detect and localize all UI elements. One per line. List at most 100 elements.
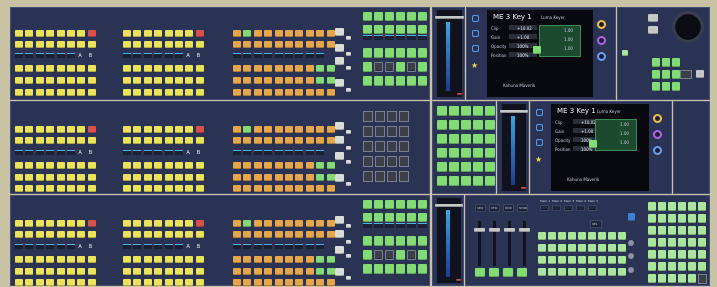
row2-bus2-key[interactable] — [87, 137, 96, 144]
row1-bus5-key[interactable] — [164, 89, 173, 96]
row2-bus3-key[interactable] — [87, 162, 96, 169]
row3-transition-key[interactable] — [374, 200, 383, 209]
row3-memory-key[interactable] — [548, 268, 556, 276]
row1-bus4-key[interactable] — [154, 77, 163, 84]
row3-memory-key[interactable] — [568, 268, 576, 276]
row1-bus2-key[interactable] — [46, 41, 55, 48]
row3-transition-key[interactable] — [407, 200, 416, 209]
row2-bus-mini-button[interactable] — [346, 130, 351, 134]
row3-aux-fader-cap[interactable] — [519, 228, 530, 232]
row3-keypad-key[interactable] — [648, 202, 656, 211]
row3-transition-key[interactable] — [385, 213, 394, 222]
row3-keypad-key[interactable] — [688, 214, 696, 223]
row1-joy-function-key[interactable] — [672, 58, 680, 67]
row1-menu-icon[interactable] — [472, 45, 479, 52]
row3-effect-key[interactable] — [363, 236, 372, 246]
row3-effect-key[interactable] — [418, 236, 427, 246]
row1-bus3-key[interactable] — [133, 65, 142, 72]
row3-bus5-key[interactable] — [67, 279, 75, 286]
row2-bus-mini-button[interactable] — [346, 182, 351, 186]
row3-transition-key[interactable] — [396, 200, 405, 209]
row2-bus2-key[interactable] — [305, 137, 314, 144]
row1-bus1-key[interactable] — [195, 30, 204, 37]
row3-bus5-key[interactable] — [143, 279, 152, 286]
row3-memory-key[interactable] — [618, 244, 626, 252]
row2-keyer-key[interactable] — [485, 106, 495, 116]
row1-bus1-key[interactable] — [46, 30, 55, 37]
row3-keypad-key[interactable] — [678, 238, 686, 247]
row2-bus4-key[interactable] — [274, 174, 283, 181]
row3-keypad-key[interactable] — [668, 214, 676, 223]
row3-bus-mini-button[interactable] — [346, 254, 351, 258]
row3-effect-key[interactable] — [374, 250, 383, 260]
row2-bus3-key[interactable] — [264, 162, 273, 169]
row1-bus3-key[interactable] — [253, 65, 262, 72]
row3-bus4-key[interactable] — [295, 268, 304, 275]
row3-memory-key[interactable] — [598, 232, 606, 240]
row3-bus2-key[interactable] — [67, 231, 75, 238]
row2-bus3-key[interactable] — [233, 162, 241, 169]
row1-bus2-key[interactable] — [326, 41, 335, 48]
row3-effect-key[interactable] — [407, 264, 416, 274]
row2-bus1-key[interactable] — [305, 126, 314, 133]
row3-keypad-key[interactable] — [668, 202, 676, 211]
row2-bus4-key[interactable] — [15, 174, 23, 181]
row1-bus3-key[interactable] — [274, 65, 283, 72]
row3-memory-key[interactable] — [548, 256, 556, 264]
row2-bus5-key[interactable] — [175, 185, 183, 192]
row2-bus3-key[interactable] — [123, 162, 131, 169]
row3-bus4-key[interactable] — [243, 268, 252, 275]
row1-bus4-key[interactable] — [295, 77, 304, 84]
row3-memory-key[interactable] — [538, 244, 546, 252]
row1-bus3-key[interactable] — [295, 65, 304, 72]
row3-bus1-key[interactable] — [164, 220, 173, 227]
row3-keypad-key[interactable] — [678, 250, 686, 259]
row2-favorite-icon[interactable]: ★ — [535, 156, 542, 164]
row1-bus1-key[interactable] — [233, 30, 241, 37]
row1-bus4-key[interactable] — [233, 77, 241, 84]
row3-bus1-key[interactable] — [316, 220, 325, 227]
row2-bus-shift-button[interactable] — [335, 174, 344, 182]
row2-bus4-key[interactable] — [305, 174, 314, 181]
row3-bus1-key[interactable] — [133, 220, 142, 227]
row3-bus2-key[interactable] — [195, 231, 204, 238]
row3-bus5-key[interactable] — [87, 279, 96, 286]
row3-bus3-key[interactable] — [175, 256, 183, 263]
row2-keyer-key[interactable] — [449, 120, 459, 130]
row3-keypad-key[interactable] — [668, 262, 676, 271]
row2-bus4-key[interactable] — [195, 174, 204, 181]
row3-transition-key[interactable] — [407, 213, 416, 222]
row3-bus5-key[interactable] — [253, 279, 262, 286]
row2-bus2-key[interactable] — [195, 137, 204, 144]
row1-bus2-key[interactable] — [285, 41, 293, 48]
row1-effect-key[interactable] — [396, 48, 405, 58]
row1-bus3-key[interactable] — [35, 65, 44, 72]
row2-keyer-key[interactable] — [473, 134, 483, 144]
row3-transition-key[interactable] — [363, 213, 372, 222]
row2-menu-knob[interactable] — [653, 130, 662, 139]
row2-bus4-key[interactable] — [175, 174, 183, 181]
row2-bus5-key[interactable] — [164, 185, 173, 192]
row1-bus5-key[interactable] — [274, 89, 283, 96]
row2-bus5-key[interactable] — [195, 185, 204, 192]
row3-memory-key[interactable] — [598, 268, 606, 276]
row2-keyer-key[interactable] — [473, 148, 483, 158]
row1-bus4-key[interactable] — [77, 77, 86, 84]
row1-menu-knob[interactable] — [597, 52, 606, 61]
row1-effect-key[interactable] — [418, 48, 427, 58]
row1-bus2-key[interactable] — [274, 41, 283, 48]
row3-effect-key[interactable] — [385, 264, 394, 274]
row3-bus3-key[interactable] — [185, 256, 194, 263]
row3-memory-key[interactable] — [608, 232, 616, 240]
row3-keypad-key[interactable] — [658, 274, 666, 283]
row1-bus4-key[interactable] — [185, 77, 194, 84]
row1-bus1-key[interactable] — [264, 30, 273, 37]
row3-memory-key[interactable] — [608, 268, 616, 276]
row3-bus2-key[interactable] — [274, 231, 283, 238]
row1-effect-key[interactable] — [418, 62, 427, 72]
row2-effect-thumbnail[interactable] — [363, 171, 373, 182]
row1-transition-key[interactable] — [396, 25, 405, 34]
row3-bus3-key[interactable] — [67, 256, 75, 263]
row2-menu-icon[interactable] — [536, 109, 543, 116]
row2-bus2-key[interactable] — [253, 137, 262, 144]
